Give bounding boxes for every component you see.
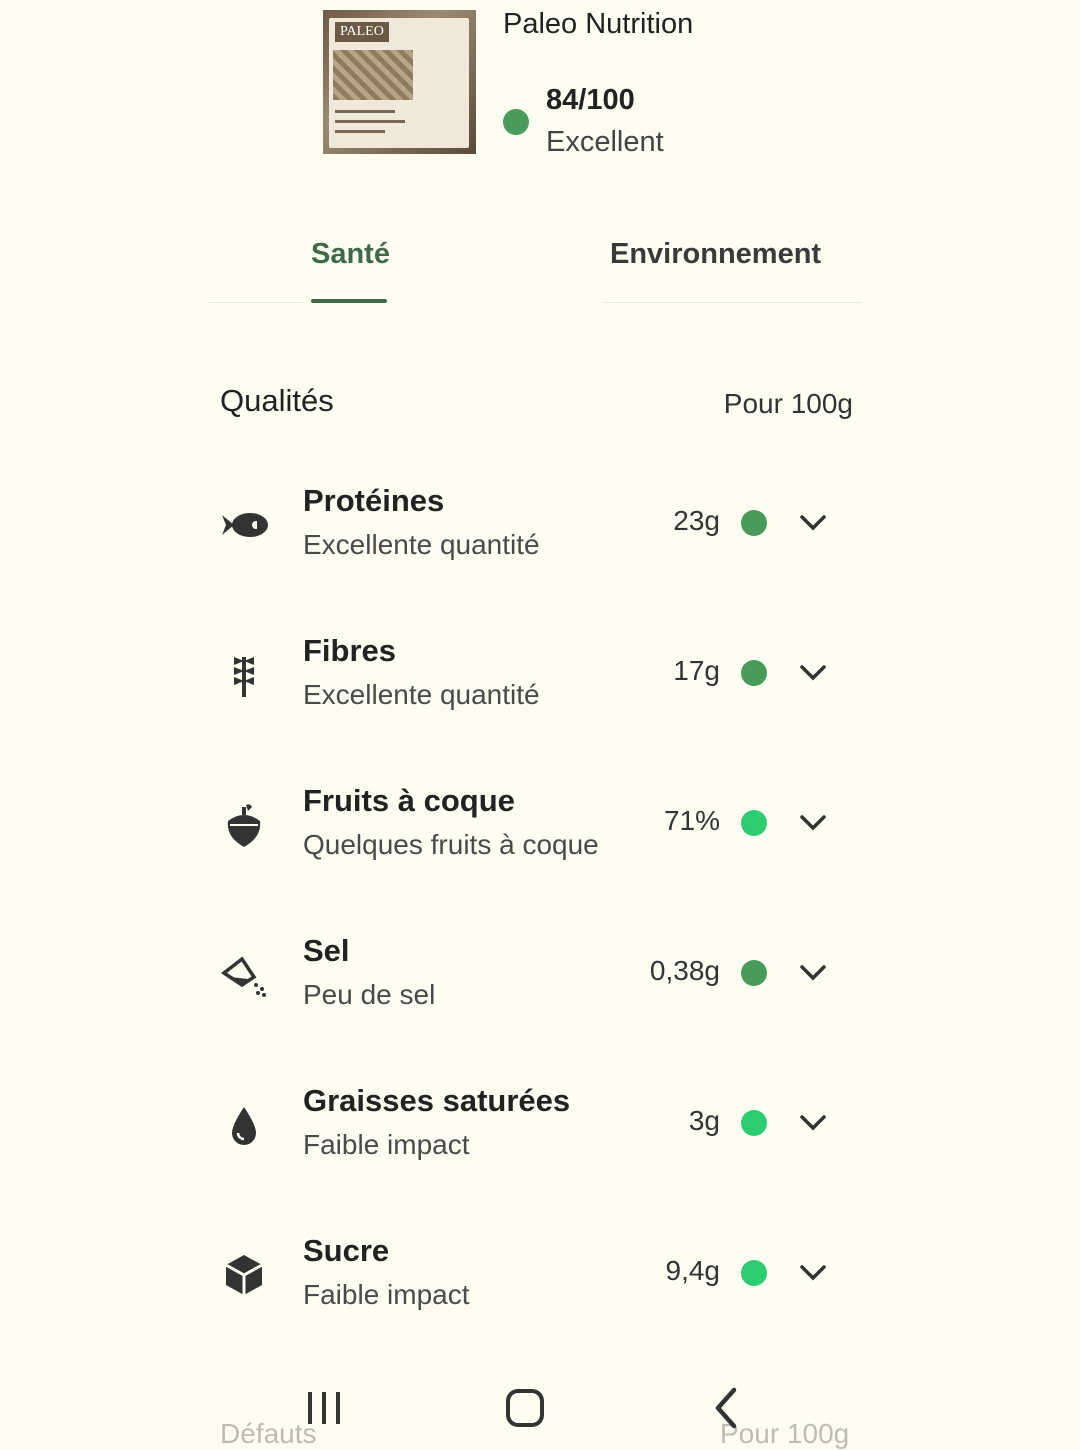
active-tab-indicator [311, 299, 387, 303]
salt-icon [221, 956, 266, 997]
list-item-sucre[interactable]: Sucre Faible impact 9,4g [210, 1233, 860, 1343]
tab-environnement[interactable]: Environnement [610, 238, 821, 271]
product-score-label: Excellent [546, 126, 664, 158]
status-dot [741, 660, 767, 686]
back-icon[interactable] [704, 1386, 748, 1430]
product-text-line [335, 130, 385, 133]
chevron-down-icon[interactable] [798, 507, 828, 537]
item-value: 71% [663, 805, 720, 836]
product-text-line [335, 110, 395, 113]
item-value: 17g [673, 655, 720, 686]
chevron-down-icon[interactable] [798, 807, 828, 837]
item-name: Sel [303, 933, 350, 968]
tab-divider [604, 302, 862, 303]
item-name: Protéines [303, 483, 445, 518]
score-indicator-dot [503, 109, 529, 135]
item-value: 9,4g [665, 1255, 721, 1286]
item-value: 3g [688, 1105, 720, 1136]
item-name: Fruits à coque [303, 783, 515, 818]
chevron-down-icon[interactable] [798, 1107, 828, 1137]
item-desc: Faible impact [303, 1279, 470, 1310]
per-100g-label: Pour 100g [723, 388, 853, 419]
fish-icon [222, 513, 268, 537]
status-dot [741, 510, 767, 536]
status-dot [741, 810, 767, 836]
item-desc: Quelques fruits à coque [303, 829, 599, 860]
chevron-down-icon[interactable] [798, 1257, 828, 1287]
wheat-icon [234, 657, 254, 697]
product-bar-photo [333, 50, 413, 100]
item-name: Graisses saturées [303, 1083, 571, 1118]
status-dot [741, 1260, 767, 1286]
item-value: 23g [673, 505, 720, 536]
drop-icon [232, 1107, 256, 1145]
list-item-proteines[interactable]: Protéines Excellente quantité 23g [210, 483, 860, 593]
section-title: Qualités [220, 383, 334, 418]
chevron-down-icon[interactable] [798, 957, 828, 987]
list-item-fruits-a-coque[interactable]: Fruits à coque Quelques fruits à coque 7… [210, 783, 860, 893]
system-navigation-bar [0, 1370, 1080, 1440]
product-text-line [335, 120, 405, 123]
item-name: Sucre [303, 1233, 390, 1268]
item-value: 0,38g [649, 955, 720, 986]
list-item-sel[interactable]: Sel Peu de sel 0,38g [210, 933, 860, 1043]
item-desc: Peu de sel [303, 979, 436, 1010]
tab-sante[interactable]: Santé [311, 238, 390, 271]
product-logo: PALEO [335, 22, 389, 42]
status-dot [741, 960, 767, 986]
home-icon[interactable] [503, 1386, 547, 1430]
list-item-graisses-saturees[interactable]: Graisses saturées Faible impact 3g [210, 1083, 860, 1193]
nut-icon [227, 804, 261, 847]
item-desc: Excellente quantité [303, 679, 540, 710]
item-desc: Faible impact [303, 1129, 470, 1160]
tab-divider [208, 302, 304, 303]
product-title: Paleo Nutrition [503, 8, 694, 40]
product-image[interactable]: PALEO [323, 10, 476, 154]
product-score: 84/100 [546, 84, 635, 116]
chevron-down-icon[interactable] [798, 657, 828, 687]
list-item-fibres[interactable]: Fibres Excellente quantité 17g [210, 633, 860, 743]
sugar-cube-icon [225, 1255, 263, 1295]
recent-apps-icon[interactable] [302, 1386, 346, 1430]
item-desc: Excellente quantité [303, 529, 540, 560]
item-name: Fibres [303, 633, 397, 668]
status-dot [741, 1110, 767, 1136]
